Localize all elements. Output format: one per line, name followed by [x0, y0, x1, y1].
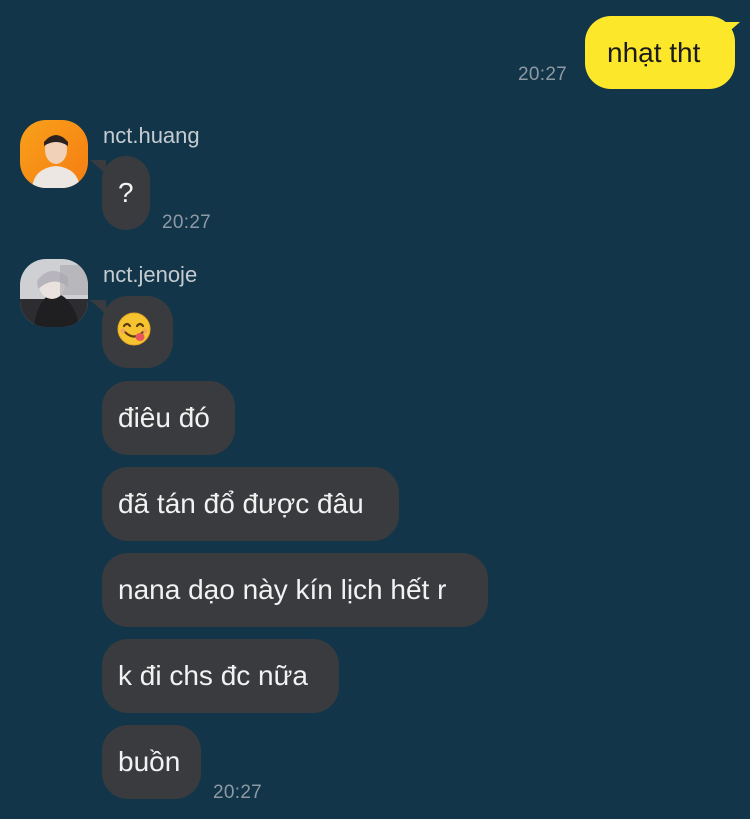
message-timestamp: 20:27: [518, 64, 568, 85]
incoming-bubble-tail: [90, 300, 106, 314]
incoming-message-bubble[interactable]: ?: [102, 156, 150, 230]
incoming-message-text: đã tán đổ được đâu: [118, 488, 364, 519]
incoming-bubble-tail: [90, 160, 106, 174]
incoming-message-text: nana dạo này kín lịch hết r: [118, 574, 447, 605]
outgoing-message-text: nhạt tht: [607, 36, 701, 68]
incoming-message-text: buồn: [118, 746, 181, 777]
avatar[interactable]: [20, 120, 88, 188]
incoming-message-bubble[interactable]: [102, 296, 173, 368]
profile-photo-orange-icon: [20, 120, 88, 188]
outgoing-message-bubble[interactable]: nhạt tht: [585, 16, 735, 89]
profile-photo-mono-icon: [20, 259, 88, 327]
face-savoring-food-icon: [116, 311, 152, 354]
incoming-message-text: ?: [118, 177, 134, 208]
message-timestamp: 20:27: [162, 212, 212, 233]
incoming-message-bubble[interactable]: k đi chs đc nữa: [102, 639, 339, 713]
incoming-message-text: k đi chs đc nữa: [118, 660, 308, 691]
outgoing-bubble-tail: [724, 22, 740, 36]
incoming-message-bubble[interactable]: đã tán đổ được đâu: [102, 467, 399, 541]
incoming-message-text: điêu đó: [118, 402, 210, 433]
sender-name: nct.huang: [103, 123, 200, 148]
incoming-message-bubble[interactable]: nana dạo này kín lịch hết r: [102, 553, 488, 627]
sender-name: nct.jenoje: [103, 262, 198, 287]
incoming-message-bubble[interactable]: điêu đó: [102, 381, 235, 455]
avatar[interactable]: [20, 259, 88, 327]
incoming-message-bubble[interactable]: buồn: [102, 725, 201, 799]
message-timestamp: 20:27: [213, 782, 263, 803]
